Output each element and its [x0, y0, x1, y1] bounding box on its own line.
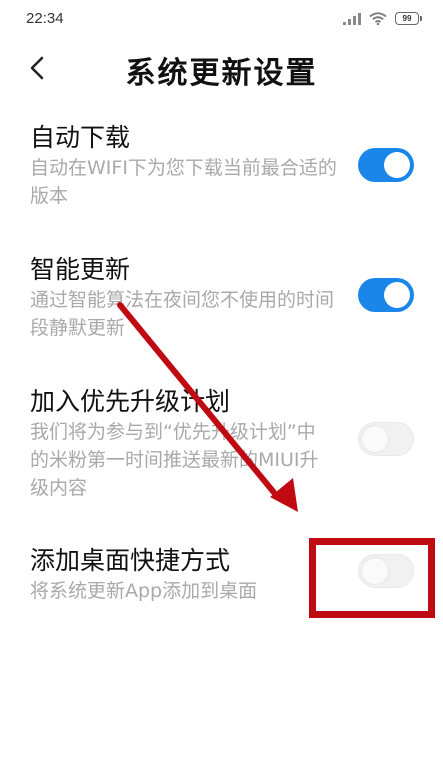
auto-download-toggle[interactable] — [358, 148, 414, 182]
setting-title: 自动下载 — [30, 123, 131, 152]
toggle-knob — [362, 426, 388, 452]
setting-desc: 将系统更新App添加到桌面 — [30, 580, 258, 602]
setting-desc: 自动在WIFI下为您下载当前最合适的版本 — [30, 157, 337, 207]
page-title: 系统更新设置 — [125, 56, 318, 91]
wifi-icon — [369, 12, 387, 25]
status-icons: 99 — [343, 12, 422, 25]
setting-title: 添加桌面快捷方式 — [30, 546, 231, 575]
signal-icon — [343, 12, 361, 25]
priority-upgrade-toggle[interactable] — [358, 422, 414, 456]
setting-title: 智能更新 — [30, 255, 131, 284]
status-bar: 22:34 99 — [0, 0, 443, 40]
setting-title: 加入优先升级计划 — [30, 387, 231, 416]
toggle-knob — [362, 558, 388, 584]
battery-icon: 99 — [395, 12, 422, 25]
status-time: 22:34 — [26, 10, 64, 27]
smart-update-toggle[interactable] — [358, 278, 414, 312]
setting-desc: 通过智能算法在夜间您不使用的时间段静默更新 — [30, 289, 335, 339]
battery-level: 99 — [402, 13, 412, 23]
toggle-knob — [384, 282, 410, 308]
toggle-knob — [384, 152, 410, 178]
setting-desc: 我们将为参与到“优先升级计划”中的米粉第一时间推送最新的MIUI升级内容 — [30, 421, 319, 499]
desktop-shortcut-toggle[interactable] — [358, 554, 414, 588]
header: 系统更新设置 — [0, 40, 443, 100]
